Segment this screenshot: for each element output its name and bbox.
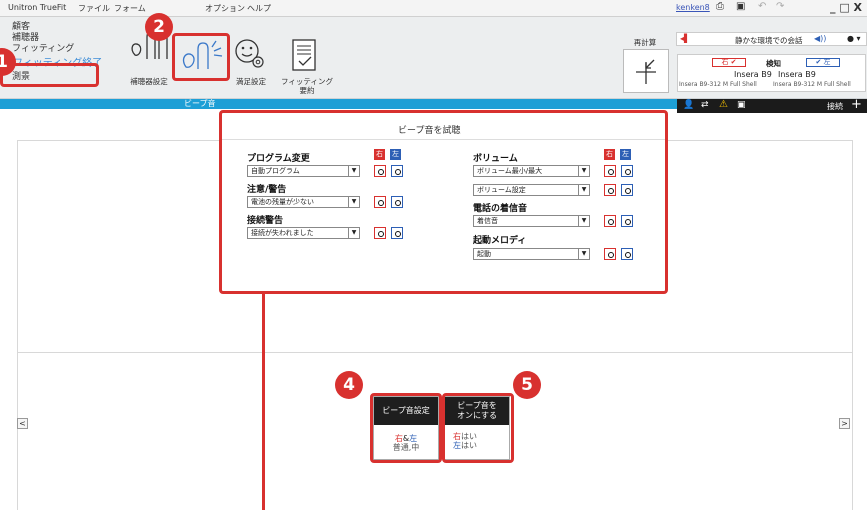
program-indicator-icon: ◂▌	[680, 34, 691, 43]
screen-icon[interactable]: ▣	[737, 100, 746, 110]
transfer-icon[interactable]: ⇄	[701, 100, 709, 110]
right-edge	[852, 140, 853, 510]
app-title: Unitron TrueFit	[8, 3, 67, 12]
fitting-summary-icon[interactable]	[290, 37, 320, 75]
ribbon: 顧客 補聴器 フィッティング フィッティング終了 測景 補聴器設定 満足設定 フ	[0, 17, 867, 99]
recalc-label: 再計算	[633, 38, 657, 47]
left-side-indicator[interactable]: ✔ 左	[806, 58, 840, 67]
model-left-name: Insera B9-312 M Full Shell	[773, 81, 851, 88]
satisfaction-settings-icon[interactable]	[233, 37, 269, 71]
menu-form[interactable]: フォーム	[114, 3, 146, 14]
highlight-beep-on	[442, 393, 514, 463]
tool-label-fitting-summary: フィッティング 要約	[281, 77, 333, 95]
toolbar-dark: 👤 ⇄ ⚠ ▣ 接続 +	[677, 97, 867, 113]
callout-4: 4	[335, 371, 363, 399]
redo-icon[interactable]: ↷	[776, 1, 784, 12]
tool-label-satisfaction: 満足設定	[236, 77, 266, 86]
model-right-name: Insera B9-312 M Full Shell	[679, 81, 757, 88]
recalc-button[interactable]	[623, 49, 669, 93]
left-edge	[17, 140, 18, 510]
volume-icon[interactable]: ◀))	[814, 34, 826, 43]
warning-icon[interactable]: ⚠	[719, 99, 728, 110]
undo-icon[interactable]: ↶	[758, 1, 766, 12]
user-link[interactable]: kenken8	[676, 3, 710, 12]
detect-label: 検知	[766, 59, 781, 68]
right-side-label: 右	[721, 58, 729, 66]
left-side-label: 左	[823, 58, 831, 66]
person-icon-2[interactable]: 👤	[683, 100, 694, 110]
save-icon[interactable]: ▣	[736, 1, 745, 12]
program-name[interactable]: 静かな環境での会話	[735, 35, 803, 46]
highlight-beep-panel	[219, 110, 668, 294]
window-controls[interactable]: _ □ X	[830, 1, 862, 14]
add-icon[interactable]: +	[851, 97, 862, 112]
device-left-name: Insera B9	[778, 70, 816, 79]
highlight-connector-line	[262, 294, 265, 510]
tool-label-hearing-aid-settings: 補聴器設定	[130, 77, 168, 86]
callout-5: 5	[513, 371, 541, 399]
right-side-indicator[interactable]: 右 ✔	[712, 58, 746, 67]
print-icon[interactable]: ⎙	[716, 1, 724, 12]
next-arrow-button[interactable]: >	[839, 418, 850, 429]
highlight-beep-settings	[370, 393, 442, 463]
menu-bar: Unitron TrueFit ファイル フォーム オプション ヘルプ kenk…	[0, 0, 867, 17]
prev-arrow-button[interactable]: <	[17, 418, 28, 429]
menu-options[interactable]: オプション	[205, 3, 245, 14]
recalc-icon	[636, 59, 656, 84]
connect-label[interactable]: 接続	[827, 101, 843, 112]
menu-help[interactable]: ヘルプ	[247, 3, 271, 14]
tab-beep[interactable]: ビープ音	[184, 98, 216, 109]
highlight-beep-tool	[172, 33, 230, 81]
menu-file[interactable]: ファイル	[78, 3, 110, 14]
person-icon[interactable]: ● ▾	[847, 34, 861, 43]
callout-2: 2	[145, 13, 173, 41]
device-right-name: Insera B9	[734, 70, 772, 79]
program-bar: ◂▌ 静かな環境での会話 ◀)) ● ▾	[676, 32, 867, 46]
nav-item-fitting[interactable]: フィッティング	[12, 41, 74, 54]
device-panel: 右 ✔ 検知 ✔ 左 Insera B9 Insera B9 Insera B9…	[677, 54, 866, 92]
